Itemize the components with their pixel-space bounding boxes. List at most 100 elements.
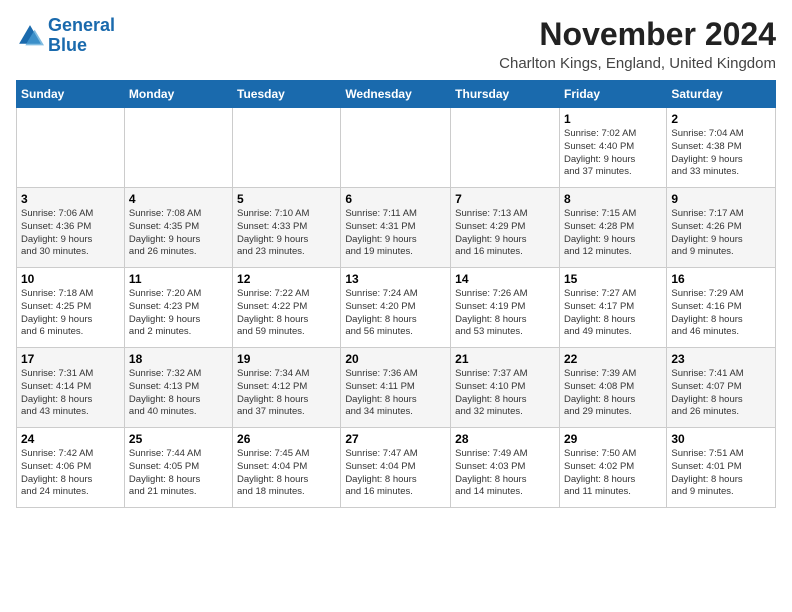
day-number: 21 xyxy=(455,352,555,366)
day-info: Sunrise: 7:18 AM Sunset: 4:25 PM Dayligh… xyxy=(21,288,120,339)
calendar-cell: 9 Sunrise: 7:17 AM Sunset: 4:26 PM Daylig… xyxy=(667,188,776,268)
logo: General Blue xyxy=(16,16,115,56)
day-number: 10 xyxy=(21,272,120,286)
calendar-table: SundayMondayTuesdayWednesdayThursdayFrid… xyxy=(16,80,776,508)
day-info: Sunrise: 7:45 AM Sunset: 4:04 PM Dayligh… xyxy=(237,448,336,499)
day-number: 15 xyxy=(564,272,662,286)
calendar-week-row: 17 Sunrise: 7:31 AM Sunset: 4:14 PM Dayli… xyxy=(17,348,776,428)
day-number: 14 xyxy=(455,272,555,286)
day-number: 1 xyxy=(564,112,662,126)
calendar-cell: 11 Sunrise: 7:20 AM Sunset: 4:23 PM Dayli… xyxy=(124,268,232,348)
calendar-cell: 18Sunrise: 7:32 AM Sunset: 4:13 PM Dayli… xyxy=(124,348,232,428)
calendar-week-row: 24 Sunrise: 7:42 AM Sunset: 4:06 PM Dayli… xyxy=(17,428,776,508)
day-number: 26 xyxy=(237,432,336,446)
calendar-cell: 15 Sunrise: 7:27 AM Sunset: 4:17 PM Dayli… xyxy=(559,268,666,348)
calendar-cell: 28 Sunrise: 7:49 AM Sunset: 4:03 PM Dayli… xyxy=(451,428,560,508)
day-number: 9 xyxy=(671,192,771,206)
calendar-cell xyxy=(124,108,232,188)
day-info: Sunrise: 7:47 AM Sunset: 4:04 PM Dayligh… xyxy=(345,448,446,499)
day-number: 27 xyxy=(345,432,446,446)
calendar-cell: 22Sunrise: 7:39 AM Sunset: 4:08 PM Dayli… xyxy=(559,348,666,428)
weekday-header-friday: Friday xyxy=(559,81,666,108)
calendar-cell: 27 Sunrise: 7:47 AM Sunset: 4:04 PM Dayli… xyxy=(341,428,451,508)
calendar-cell xyxy=(341,108,451,188)
day-number: 25 xyxy=(129,432,228,446)
logo-line2: Blue xyxy=(48,35,87,55)
logo-line1: General xyxy=(48,15,115,35)
calendar-cell: 7 Sunrise: 7:13 AM Sunset: 4:29 PM Daylig… xyxy=(451,188,560,268)
calendar-cell xyxy=(233,108,341,188)
day-info: Sunrise: 7:24 AM Sunset: 4:20 PM Dayligh… xyxy=(345,288,446,339)
calendar-cell: 14 Sunrise: 7:26 AM Sunset: 4:19 PM Dayli… xyxy=(451,268,560,348)
day-info: Sunrise: 7:31 AM Sunset: 4:14 PM Dayligh… xyxy=(21,368,120,419)
calendar-cell: 10 Sunrise: 7:18 AM Sunset: 4:25 PM Dayli… xyxy=(17,268,125,348)
day-number: 12 xyxy=(237,272,336,286)
day-number: 7 xyxy=(455,192,555,206)
day-info: Sunrise: 7:26 AM Sunset: 4:19 PM Dayligh… xyxy=(455,288,555,339)
day-number: 17 xyxy=(21,352,120,366)
title-section: November 2024 Charlton Kings, England, U… xyxy=(499,16,776,72)
weekday-header-monday: Monday xyxy=(124,81,232,108)
weekday-header-tuesday: Tuesday xyxy=(233,81,341,108)
weekday-header-thursday: Thursday xyxy=(451,81,560,108)
main-title: November 2024 xyxy=(499,16,776,53)
calendar-header-row: SundayMondayTuesdayWednesdayThursdayFrid… xyxy=(17,81,776,108)
calendar-cell: 20 Sunrise: 7:36 AM Sunset: 4:11 PM Dayli… xyxy=(341,348,451,428)
calendar-cell: 4Sunrise: 7:08 AM Sunset: 4:35 PM Daylig… xyxy=(124,188,232,268)
calendar-cell: 25 Sunrise: 7:44 AM Sunset: 4:05 PM Dayli… xyxy=(124,428,232,508)
day-number: 23 xyxy=(671,352,771,366)
day-number: 28 xyxy=(455,432,555,446)
day-info: Sunrise: 7:50 AM Sunset: 4:02 PM Dayligh… xyxy=(564,448,662,499)
day-info: Sunrise: 7:06 AM Sunset: 4:36 PM Dayligh… xyxy=(21,208,120,259)
calendar-cell: 30 Sunrise: 7:51 AM Sunset: 4:01 PM Dayli… xyxy=(667,428,776,508)
day-info: Sunrise: 7:29 AM Sunset: 4:16 PM Dayligh… xyxy=(671,288,771,339)
calendar-week-row: 10 Sunrise: 7:18 AM Sunset: 4:25 PM Dayli… xyxy=(17,268,776,348)
calendar-cell xyxy=(17,108,125,188)
calendar-cell: 17 Sunrise: 7:31 AM Sunset: 4:14 PM Dayli… xyxy=(17,348,125,428)
calendar-week-row: 1Sunrise: 7:02 AM Sunset: 4:40 PM Daylig… xyxy=(17,108,776,188)
calendar-cell xyxy=(451,108,560,188)
day-info: Sunrise: 7:10 AM Sunset: 4:33 PM Dayligh… xyxy=(237,208,336,259)
calendar-week-row: 3Sunrise: 7:06 AM Sunset: 4:36 PM Daylig… xyxy=(17,188,776,268)
day-number: 22 xyxy=(564,352,662,366)
day-info: Sunrise: 7:34 AM Sunset: 4:12 PM Dayligh… xyxy=(237,368,336,419)
calendar-cell: 8Sunrise: 7:15 AM Sunset: 4:28 PM Daylig… xyxy=(559,188,666,268)
calendar-cell: 12 Sunrise: 7:22 AM Sunset: 4:22 PM Dayli… xyxy=(233,268,341,348)
day-number: 30 xyxy=(671,432,771,446)
header: General Blue November 2024 Charlton King… xyxy=(16,16,776,72)
day-info: Sunrise: 7:49 AM Sunset: 4:03 PM Dayligh… xyxy=(455,448,555,499)
day-number: 13 xyxy=(345,272,446,286)
weekday-header-sunday: Sunday xyxy=(17,81,125,108)
day-number: 16 xyxy=(671,272,771,286)
weekday-header-wednesday: Wednesday xyxy=(341,81,451,108)
calendar-cell: 2Sunrise: 7:04 AM Sunset: 4:38 PM Daylig… xyxy=(667,108,776,188)
day-info: Sunrise: 7:13 AM Sunset: 4:29 PM Dayligh… xyxy=(455,208,555,259)
day-info: Sunrise: 7:51 AM Sunset: 4:01 PM Dayligh… xyxy=(671,448,771,499)
day-info: Sunrise: 7:11 AM Sunset: 4:31 PM Dayligh… xyxy=(345,208,446,259)
day-number: 8 xyxy=(564,192,662,206)
calendar-cell: 26 Sunrise: 7:45 AM Sunset: 4:04 PM Dayli… xyxy=(233,428,341,508)
day-info: Sunrise: 7:17 AM Sunset: 4:26 PM Dayligh… xyxy=(671,208,771,259)
day-info: Sunrise: 7:36 AM Sunset: 4:11 PM Dayligh… xyxy=(345,368,446,419)
day-info: Sunrise: 7:44 AM Sunset: 4:05 PM Dayligh… xyxy=(129,448,228,499)
subtitle: Charlton Kings, England, United Kingdom xyxy=(499,55,776,72)
calendar-cell: 1Sunrise: 7:02 AM Sunset: 4:40 PM Daylig… xyxy=(559,108,666,188)
day-info: Sunrise: 7:20 AM Sunset: 4:23 PM Dayligh… xyxy=(129,288,228,339)
day-info: Sunrise: 7:22 AM Sunset: 4:22 PM Dayligh… xyxy=(237,288,336,339)
day-number: 11 xyxy=(129,272,228,286)
calendar-cell: 6Sunrise: 7:11 AM Sunset: 4:31 PM Daylig… xyxy=(341,188,451,268)
day-info: Sunrise: 7:27 AM Sunset: 4:17 PM Dayligh… xyxy=(564,288,662,339)
calendar-cell: 24 Sunrise: 7:42 AM Sunset: 4:06 PM Dayli… xyxy=(17,428,125,508)
day-number: 24 xyxy=(21,432,120,446)
day-number: 5 xyxy=(237,192,336,206)
day-number: 20 xyxy=(345,352,446,366)
calendar-cell: 23 Sunrise: 7:41 AM Sunset: 4:07 PM Dayli… xyxy=(667,348,776,428)
day-number: 19 xyxy=(237,352,336,366)
day-info: Sunrise: 7:04 AM Sunset: 4:38 PM Dayligh… xyxy=(671,128,771,179)
calendar-cell: 19 Sunrise: 7:34 AM Sunset: 4:12 PM Dayli… xyxy=(233,348,341,428)
calendar-cell: 5 Sunrise: 7:10 AM Sunset: 4:33 PM Daylig… xyxy=(233,188,341,268)
day-info: Sunrise: 7:42 AM Sunset: 4:06 PM Dayligh… xyxy=(21,448,120,499)
calendar-cell: 16 Sunrise: 7:29 AM Sunset: 4:16 PM Dayli… xyxy=(667,268,776,348)
day-info: Sunrise: 7:41 AM Sunset: 4:07 PM Dayligh… xyxy=(671,368,771,419)
weekday-header-saturday: Saturday xyxy=(667,81,776,108)
